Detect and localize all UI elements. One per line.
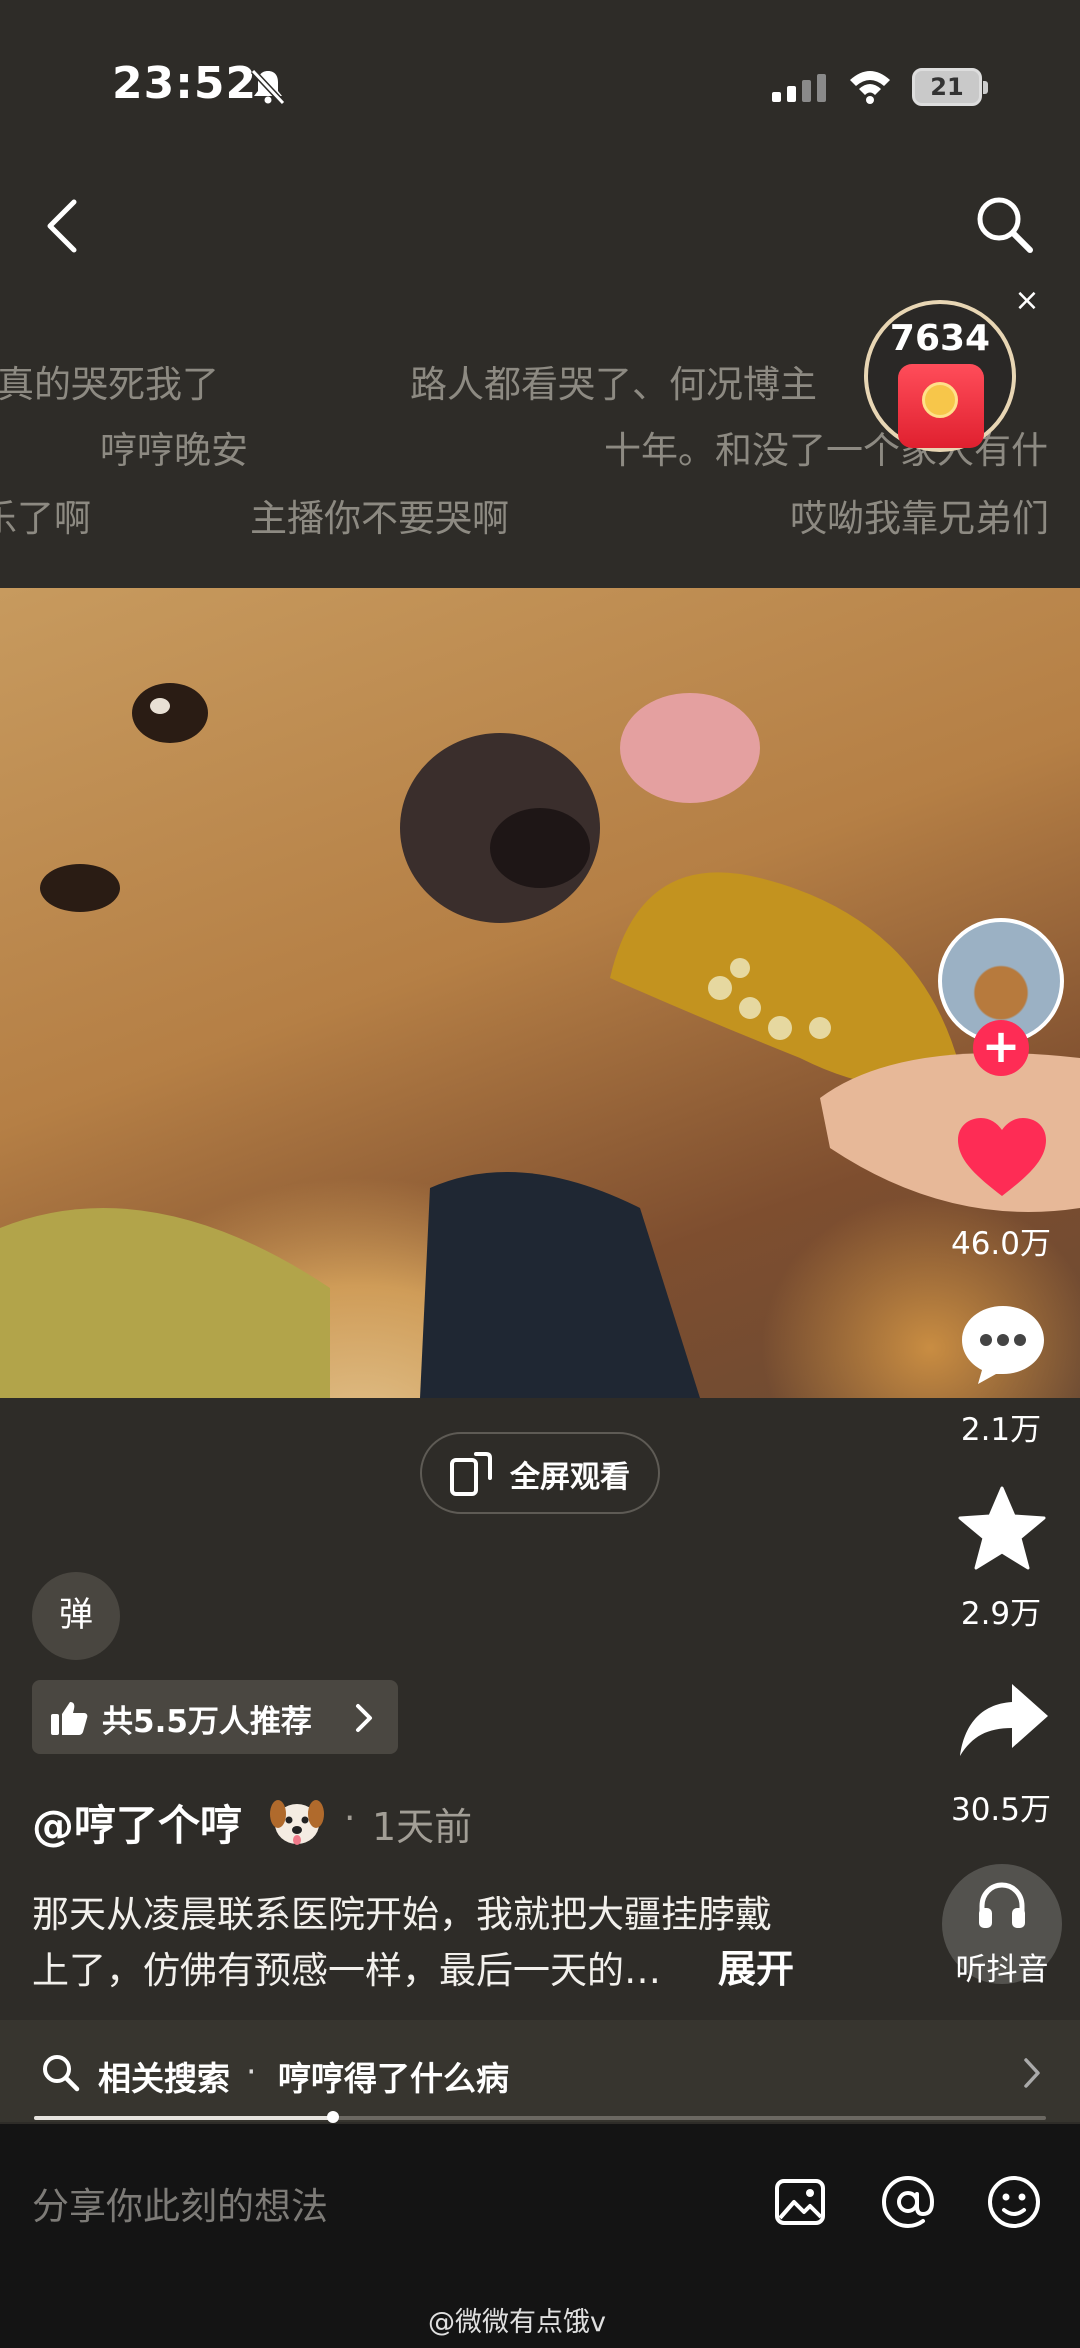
fullscreen-icon bbox=[450, 1452, 492, 1496]
description-line-2: 上了，仿佛有预感一样，最后一天的… bbox=[32, 1949, 661, 1992]
video-progress-handle[interactable] bbox=[327, 2111, 339, 2123]
expand-description-button[interactable]: 展开 bbox=[718, 1938, 794, 1993]
danmaku-item: 哎呦我靠兄弟们 bbox=[790, 497, 1049, 540]
emoji-icon[interactable] bbox=[986, 2174, 1042, 2230]
battery-indicator: 21 bbox=[912, 68, 988, 106]
headphones-icon bbox=[979, 1882, 1025, 1928]
danmaku-toggle-button[interactable]: 弹 bbox=[32, 1572, 120, 1660]
thumbs-up-icon bbox=[51, 1702, 88, 1735]
red-packet-coin bbox=[922, 382, 958, 418]
fullscreen-label: 全屏观看 bbox=[510, 1460, 630, 1495]
related-search-prefix: 相关搜索 bbox=[98, 2059, 230, 2098]
wifi-icon bbox=[850, 71, 890, 104]
chevron-right-icon bbox=[1024, 2058, 1040, 2088]
heart-icon[interactable] bbox=[956, 1116, 1048, 1200]
danmaku-item: 路人都看哭了、何况博主 bbox=[410, 363, 817, 406]
danmaku-item: 乐了啊 bbox=[0, 497, 91, 540]
red-packet-count: 7634 bbox=[889, 318, 991, 359]
danmaku-item: 我真的哭死我了 bbox=[0, 363, 219, 406]
star-icon[interactable] bbox=[958, 1486, 1046, 1572]
back-icon[interactable] bbox=[42, 196, 82, 256]
status-time: 23:52 bbox=[112, 58, 258, 109]
recommend-label: 共5.5万人推荐 bbox=[102, 1704, 312, 1740]
author-name[interactable]: @哼了个哼 bbox=[32, 1792, 242, 1853]
signal-icon bbox=[772, 74, 826, 102]
description-line-1: 那天从凌晨联系医院开始，我就把大疆挂脖戴 bbox=[32, 1893, 772, 1936]
danmaku-item: 哼哼晚安 bbox=[100, 429, 248, 472]
favorite-count: 2.9万 bbox=[960, 1596, 1042, 1632]
comment-icon[interactable] bbox=[958, 1302, 1048, 1388]
comment-count: 2.1万 bbox=[960, 1412, 1042, 1448]
at-icon[interactable] bbox=[880, 2174, 936, 2230]
video-frame bbox=[0, 683, 1080, 1398]
like-count: 46.0万 bbox=[950, 1226, 1052, 1262]
listen-douyin-label: 听抖音 bbox=[955, 1952, 1049, 1988]
related-search-separator: · bbox=[246, 2052, 257, 2091]
video-player[interactable] bbox=[0, 588, 1080, 1398]
follow-button[interactable]: + bbox=[973, 1020, 1029, 1076]
search-icon[interactable] bbox=[972, 192, 1036, 256]
dog-face-icon bbox=[270, 1800, 324, 1845]
post-time: 1天前 bbox=[372, 1805, 473, 1849]
image-icon[interactable] bbox=[774, 2176, 826, 2228]
related-search-query: 哼哼得了什么病 bbox=[278, 2059, 509, 2098]
video-progress-fill bbox=[34, 2116, 333, 2120]
danmaku-item: 主播你不要哭啊 bbox=[250, 497, 509, 540]
search-icon bbox=[43, 2055, 80, 2092]
comment-input[interactable]: 分享你此刻的想法 bbox=[32, 2176, 328, 2230]
share-icon[interactable] bbox=[958, 1680, 1050, 1760]
chevron-right-icon bbox=[356, 1704, 372, 1732]
author-separator: · bbox=[344, 1798, 356, 1839]
bell-off-icon bbox=[250, 68, 286, 106]
weibo-watermark: @微微有点饿v bbox=[428, 2307, 606, 2338]
red-packet-close-button[interactable]: × bbox=[1012, 286, 1042, 316]
share-count: 30.5万 bbox=[950, 1792, 1052, 1828]
